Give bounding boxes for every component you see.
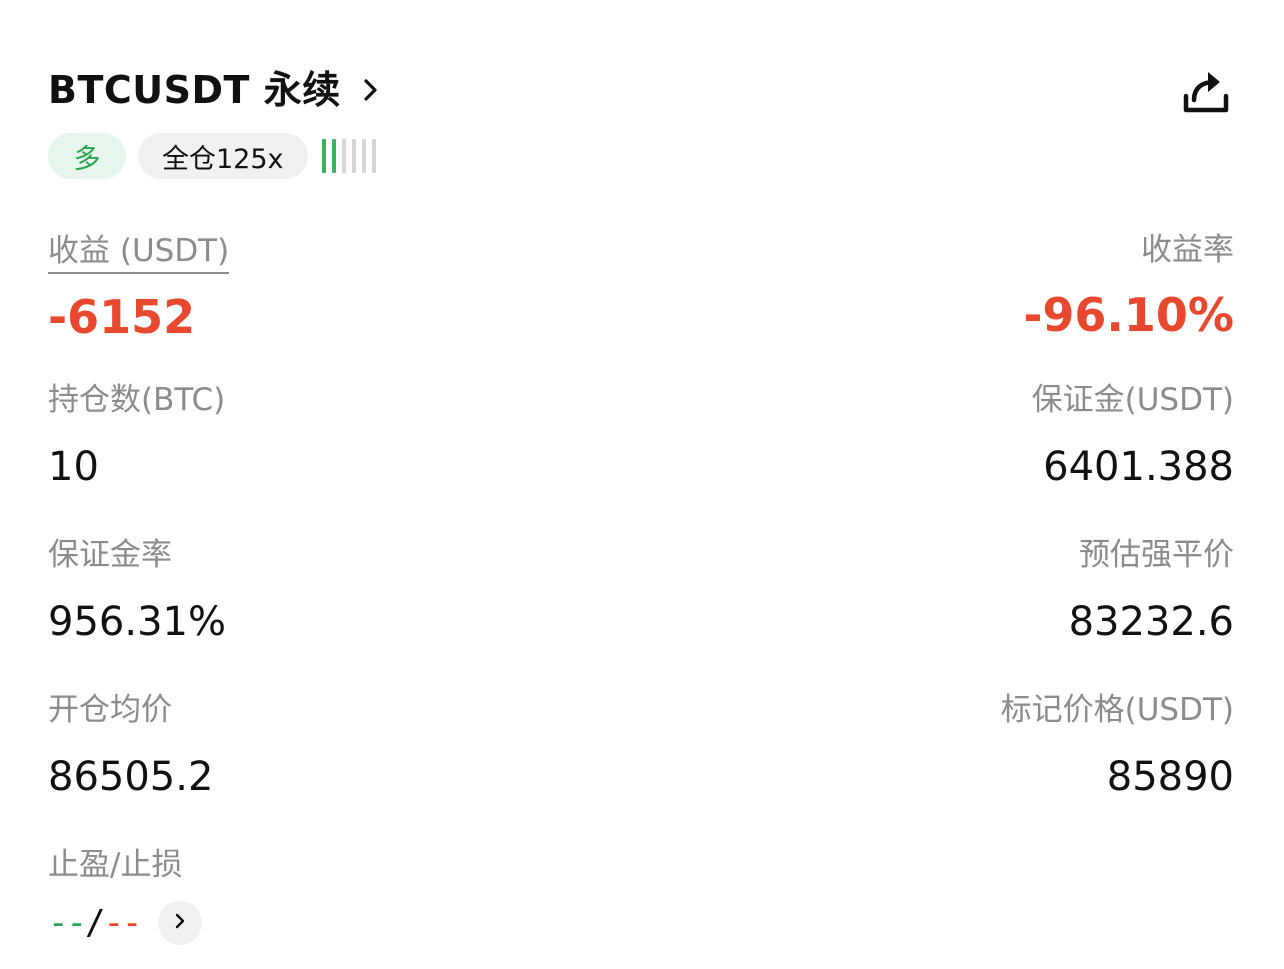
share-button[interactable]	[1180, 66, 1232, 118]
tpsl-row[interactable]: --/--	[48, 899, 203, 947]
position-card: BTCUSDT 永续 多 全仓125x 收益 (USDT) -6152 收益率 …	[0, 0, 1284, 969]
tpsl-separator: /	[84, 903, 106, 943]
liq-price-value: 83232.6	[1068, 599, 1234, 645]
margin-ratio-label: 保证金率	[48, 537, 172, 573]
position-tags: 多 全仓125x	[48, 133, 376, 179]
margin-mode-badge: 全仓125x	[138, 133, 308, 179]
margin-ratio-stat: 保证金率 956.31%	[48, 535, 226, 649]
entry-price-value: 86505.2	[48, 754, 214, 800]
pnl-rate-value: -96.10%	[1023, 288, 1234, 342]
leverage-bar	[341, 139, 346, 173]
share-icon	[1180, 72, 1232, 122]
chevron-right-icon[interactable]	[359, 78, 383, 102]
mark-price-value: 85890	[1106, 754, 1234, 800]
position-size-stat: 持仓数(BTC) 10	[48, 380, 225, 494]
take-profit-value: --	[48, 903, 87, 943]
mark-price-stat: 标记价格(USDT) 85890	[1001, 690, 1234, 804]
leverage-bar	[331, 139, 336, 173]
margin-stat: 保证金(USDT) 6401.388	[1032, 380, 1234, 494]
tpsl-value: --/--	[48, 899, 142, 947]
margin-label: 保证金(USDT)	[1031, 382, 1234, 418]
liq-price-stat: 预估强平价 83232.6	[1069, 535, 1234, 649]
side-badge: 多	[48, 133, 126, 179]
mark-price-label: 标记价格(USDT)	[1000, 692, 1234, 728]
margin-value: 6401.388	[1043, 444, 1234, 490]
entry-price-stat: 开仓均价 86505.2	[48, 690, 213, 804]
leverage-bar	[321, 139, 326, 173]
chevron-right-icon	[171, 912, 189, 934]
leverage-bar	[361, 139, 366, 173]
tpsl-stat: 止盈/止损 --/--	[48, 845, 203, 947]
position-header[interactable]: BTCUSDT 永续	[48, 62, 383, 118]
liq-price-label: 预估强平价	[1079, 537, 1234, 573]
position-size-label: 持仓数(BTC)	[48, 382, 226, 418]
entry-price-label: 开仓均价	[48, 692, 172, 728]
tpsl-label: 止盈/止损	[48, 847, 183, 883]
pnl-stat: 收益 (USDT) -6152	[48, 232, 230, 344]
leverage-bar	[351, 139, 356, 173]
pnl-rate-label: 收益率	[1141, 232, 1234, 268]
margin-ratio-value: 956.31%	[48, 599, 226, 645]
pnl-label[interactable]: 收益 (USDT)	[48, 232, 230, 274]
stop-loss-value: --	[103, 903, 142, 943]
tpsl-edit-button[interactable]	[158, 901, 203, 945]
position-size-value: 10	[48, 444, 99, 490]
leverage-indicator	[321, 138, 376, 174]
pnl-rate-stat: 收益率 -96.10%	[1023, 230, 1234, 342]
leverage-bar	[371, 139, 376, 173]
contract-title[interactable]: BTCUSDT 永续	[48, 62, 341, 118]
pnl-value: -6152	[48, 290, 196, 344]
